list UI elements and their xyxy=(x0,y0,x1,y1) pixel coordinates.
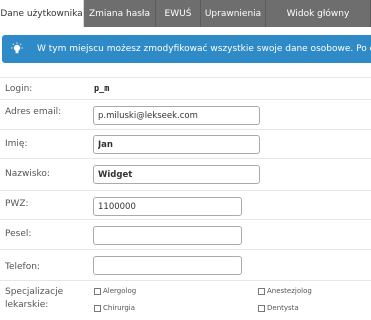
pwz-label: PWZ: xyxy=(5,199,29,209)
first-name-label: Imię: xyxy=(5,139,28,149)
tab-user-data[interactable]: Dane użytkownika xyxy=(0,0,84,27)
lightbulb-icon xyxy=(11,42,23,54)
specializations-label-line2: lekarskie: xyxy=(5,300,49,310)
checkbox-label-anestezjolog: Anestezjolog xyxy=(267,287,312,295)
pesel-field[interactable] xyxy=(93,226,242,245)
pwz-field[interactable] xyxy=(93,197,242,216)
checkbox-alergolog[interactable] xyxy=(94,288,101,295)
tab-change-password[interactable]: Zmiana hasła xyxy=(84,0,156,27)
login-value: p_m xyxy=(94,84,110,94)
checkbox-label-dentysta: Dentysta xyxy=(267,304,299,312)
tab-main-view[interactable]: Widok główny xyxy=(266,0,371,27)
tab-ewus[interactable]: EWUŚ xyxy=(156,0,201,27)
specializations-row: Specjalizacje lekarskie: xyxy=(0,280,371,320)
login-label: Login: xyxy=(5,84,33,94)
first-name-field[interactable] xyxy=(93,135,260,154)
email-label: Adres email: xyxy=(5,107,62,117)
phone-field[interactable] xyxy=(93,256,242,275)
phone-label: Telefon: xyxy=(5,262,40,272)
info-alert: W tym miejscu możesz zmodyfikować wszyst… xyxy=(2,35,371,63)
checkbox-label-alergolog: Alergolog xyxy=(103,287,137,295)
login-row: Login: p_m xyxy=(0,77,371,100)
checkbox-anestezjolog[interactable] xyxy=(258,288,265,295)
specializations-label-line1: Specjalizacje xyxy=(5,287,64,297)
alert-text: W tym miejscu możesz zmodyfikować wszyst… xyxy=(37,44,371,54)
tab-permissions[interactable]: Uprawnienia xyxy=(201,0,266,27)
last-name-field[interactable] xyxy=(93,165,260,184)
checkbox-dentysta[interactable] xyxy=(258,305,265,312)
checkbox-label-chirurgia: Chirurgia xyxy=(103,304,136,312)
checkbox-chirurgia[interactable] xyxy=(94,305,101,312)
tab-bar: Dane użytkownika Zmiana hasła EWUŚ Upraw… xyxy=(0,0,371,27)
last-name-label: Nazwisko: xyxy=(5,169,50,179)
pesel-label: Pesel: xyxy=(5,229,32,239)
email-field[interactable] xyxy=(93,106,260,125)
